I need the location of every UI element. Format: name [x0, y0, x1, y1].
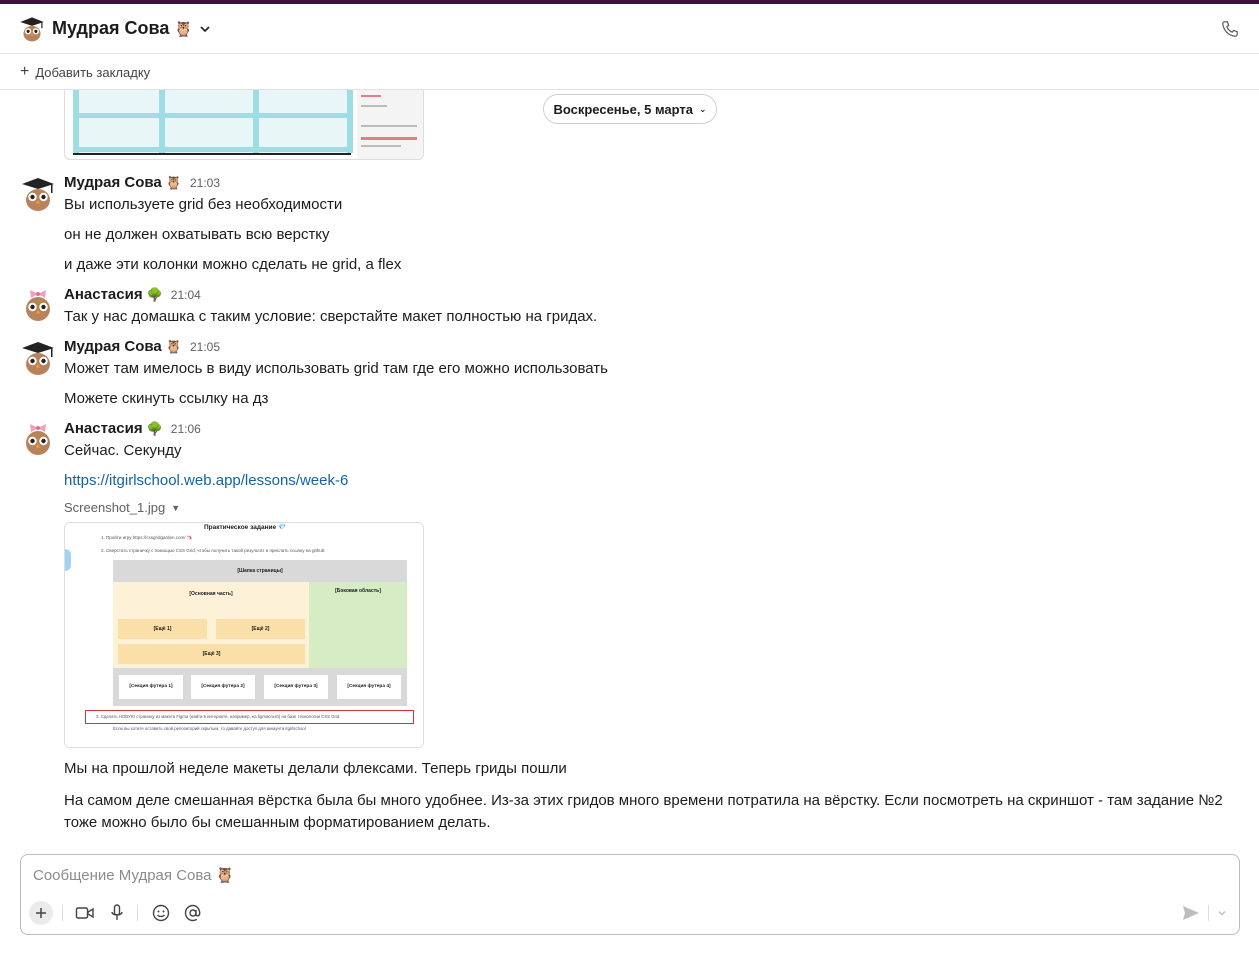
- video-clip-button[interactable]: [74, 901, 96, 925]
- caret-down-icon[interactable]: ▼: [171, 503, 180, 513]
- file-attachment-label[interactable]: Screenshot_1.jpg ▼: [64, 500, 180, 515]
- message-time[interactable]: 21:05: [190, 340, 220, 354]
- message-text: Можете скинуть ссылку на дз: [64, 390, 269, 407]
- screenshot-header-block: [Шапка страницы]: [113, 560, 407, 582]
- screenshot-footer-4: [Секция футера 4]: [337, 675, 401, 699]
- screenshot-footer-3: [Секция футера 3]: [264, 675, 328, 699]
- title-emoji: 🦉: [174, 20, 194, 38]
- file-name: Screenshot_1.jpg: [64, 500, 166, 515]
- message-header: Мудрая Сова 🦉 21:03: [64, 174, 220, 191]
- bookmarks-bar: + Добавить закладку: [0, 55, 1259, 90]
- author-name[interactable]: Мудрая Сова: [64, 174, 162, 191]
- status-emoji: 🌳: [146, 287, 163, 302]
- emoji-button[interactable]: [151, 901, 171, 925]
- audio-clip-button[interactable]: [107, 901, 127, 925]
- message-text: и даже эти колонки можно сделать не grid…: [64, 256, 402, 273]
- author-name[interactable]: Анастасия: [64, 420, 143, 437]
- author-name[interactable]: Мудрая Сова: [64, 338, 162, 355]
- video-camera-icon: [75, 907, 94, 919]
- screenshot-title: Практическое задание 💎: [203, 524, 287, 531]
- message-input[interactable]: [33, 863, 1213, 887]
- screenshot-footer-2: [Секция футера 2]: [191, 675, 255, 699]
- message-text: он не должен охватывать всю верстку: [64, 226, 330, 243]
- message-text: Может там имелось в виду использовать gr…: [64, 360, 608, 377]
- message-text: Так у нас домашка с таким условие: сверс…: [64, 308, 598, 325]
- status-emoji: 🦉: [165, 175, 182, 190]
- attachment-image[interactable]: Практическое задание 💎 1. Пройти игру ht…: [64, 522, 424, 748]
- message-link[interactable]: https://itgirlschool.web.app/lessons/wee…: [64, 472, 348, 489]
- message-header: Анастасия 🌳 21:04: [64, 286, 201, 303]
- message-time[interactable]: 21:03: [190, 176, 220, 190]
- toolbar-divider: [137, 905, 138, 921]
- toolbar-divider: [62, 905, 63, 921]
- screenshot-footer-1: [Секция футера 1]: [119, 675, 183, 699]
- screenshot-side-block: [Боковая область]: [309, 582, 407, 668]
- message-text: На самом деле смешанная вёрстка была бы …: [64, 792, 1223, 831]
- screenshot-step-3: 3. Сделать НОВУЮ страницу из макета Figm…: [85, 710, 414, 724]
- plus-icon[interactable]: +: [20, 63, 29, 81]
- date-divider-label: Воскресенье, 5 марта: [553, 101, 693, 117]
- author-name[interactable]: Анастасия: [64, 286, 143, 303]
- avatar-owl-graduate-icon[interactable]: [20, 176, 56, 212]
- date-divider-button[interactable]: Воскресенье, 5 марта ⌄: [543, 94, 717, 124]
- message-header: Анастасия 🌳 21:06: [64, 420, 201, 437]
- screenshot-step-2: 2. Сверстать страничку с помощью CSS Gri…: [101, 548, 326, 553]
- screenshot-more-3: [Ещё 3]: [118, 644, 305, 664]
- screenshot-step-1: 1. Пройти игру https://cssgridgarden.com…: [101, 535, 193, 540]
- microphone-icon: [111, 904, 123, 920]
- message-composer: [20, 854, 1240, 935]
- attach-plus-button[interactable]: [29, 901, 53, 925]
- nav-dot: [65, 549, 71, 571]
- screenshot-main-label: [Основная часть]: [189, 591, 233, 597]
- message-header: Мудрая Сова 🦉 21:05: [64, 338, 220, 355]
- status-emoji: 🌳: [146, 421, 163, 436]
- send-icon[interactable]: [1182, 905, 1200, 921]
- phone-icon[interactable]: [1221, 20, 1239, 38]
- add-bookmark-button[interactable]: Добавить закладку: [35, 65, 150, 80]
- send-divider: [1208, 905, 1209, 921]
- message-time[interactable]: 21:04: [171, 288, 201, 302]
- message-text: Вы используете grid без необходимости: [64, 196, 343, 213]
- chevron-down-icon: ⌄: [699, 103, 707, 114]
- chevron-down-icon[interactable]: [1217, 908, 1227, 918]
- message-time[interactable]: 21:06: [171, 422, 201, 436]
- send-controls: [1182, 901, 1227, 925]
- screenshot-more-2: [Ещё 2]: [216, 619, 305, 639]
- mention-button[interactable]: [183, 901, 203, 925]
- message-list[interactable]: Воскресенье, 5 марта ⌄ Мудрая Сова 🦉 21:…: [0, 90, 1259, 850]
- channel-header: Мудрая Сова 🦉: [0, 4, 1259, 54]
- attachment-image-preview[interactable]: [64, 90, 424, 160]
- plus-icon: [36, 908, 46, 918]
- message-text: Сейчас. Секунду: [64, 442, 182, 459]
- message-text: Мы на прошлой неделе макеты делали флекс…: [64, 760, 567, 777]
- smiley-icon: [152, 904, 170, 922]
- screenshot-note: Если вы хотите оставить свой репозиторий…: [113, 726, 306, 731]
- avatar-owl-bow-icon[interactable]: [20, 422, 56, 458]
- channel-title[interactable]: Мудрая Сова: [52, 18, 169, 39]
- at-sign-icon: [184, 904, 201, 922]
- chevron-down-icon[interactable]: [199, 23, 211, 35]
- channel-avatar-owl-icon[interactable]: [18, 15, 46, 43]
- avatar-owl-bow-icon[interactable]: [20, 288, 56, 324]
- avatar-owl-graduate-icon[interactable]: [20, 340, 56, 376]
- status-emoji: 🦉: [165, 339, 182, 354]
- screenshot-more-1: [Ещё 1]: [118, 619, 207, 639]
